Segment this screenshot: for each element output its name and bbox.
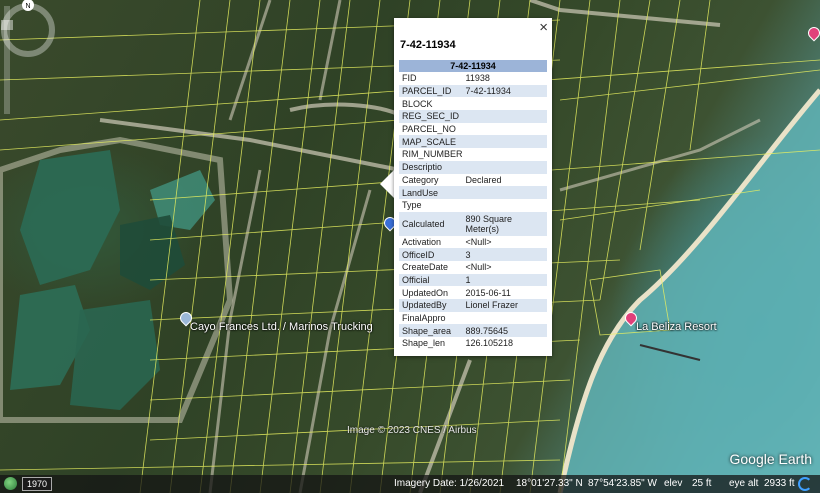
imagery-credit: Image © 2023 CNES / Airbus	[347, 425, 477, 436]
attribute-value	[462, 135, 547, 149]
attribute-key: MAP_SCALE	[399, 135, 463, 149]
popup-pointer	[380, 170, 394, 198]
loading-icon	[798, 477, 812, 491]
close-icon[interactable]: ×	[539, 20, 548, 36]
attribute-value	[463, 123, 547, 136]
attribute-value	[463, 97, 547, 110]
attribute-row: RIM_NUMBER	[399, 148, 547, 161]
popup-title: 7-42-11934	[400, 39, 456, 51]
attribute-value	[463, 312, 547, 325]
attribute-value: 889.75645	[462, 324, 547, 338]
attribute-value: <Null>	[465, 262, 492, 273]
attribute-row: UpdatedOn 2015-06-11	[399, 286, 547, 299]
attribute-key: Descriptio	[399, 160, 463, 174]
attribute-value: Lionel Frazer	[462, 299, 547, 312]
latitude-readout: 18°01'27.33" N	[516, 478, 583, 489]
historical-imagery-year[interactable]: 1970	[22, 477, 53, 491]
attribute-value: 1	[462, 273, 547, 287]
attribute-row: PARCEL_ID 7-42-11934	[399, 84, 547, 98]
attribute-table: 7-42-11934 FID 11938 PARCEL_ID 7-42-11934 BL…	[399, 60, 547, 350]
attribute-key: FinalAppro	[402, 313, 446, 324]
attribute-row: Type	[399, 199, 547, 212]
attribute-key: CreateDate	[402, 262, 449, 273]
attribute-row: Calculated 890 Square Meter(s)	[399, 211, 547, 236]
attribute-key: Shape_area	[399, 324, 463, 338]
attribute-key: Type	[402, 200, 422, 211]
attribute-value: 7-42-11934	[462, 84, 547, 98]
attribute-value: 890 Square Meter(s)	[462, 211, 547, 236]
attribute-value	[463, 148, 547, 161]
attribute-table-header: 7-42-11934	[399, 60, 547, 72]
attribute-key: Category	[402, 174, 439, 185]
attribute-value: 3	[462, 248, 547, 261]
attribute-key: Activation	[402, 236, 442, 247]
attribute-row: Activation <Null>	[399, 236, 547, 249]
attribute-row: FID 11938	[399, 72, 547, 85]
eye-alt-value: 2933 ft	[764, 478, 795, 489]
attribute-key: BLOCK	[402, 98, 433, 109]
attribute-value: <Null>	[465, 236, 492, 247]
compass-north-label: N	[25, 3, 30, 10]
attribute-row: Shape_area 889.75645	[399, 324, 547, 338]
attribute-row: CreateDate <Null>	[399, 261, 547, 274]
attribute-value: 11938	[465, 73, 490, 84]
eye-alt-label: eye alt	[729, 478, 759, 489]
place-label-la-beliza-resort[interactable]: La Beliza Resort	[636, 321, 717, 333]
attribute-row: UpdatedBy Lionel Frazer	[399, 299, 547, 312]
attribute-row: LandUse	[399, 186, 547, 199]
attribute-key: REG_SEC_ID	[399, 110, 463, 123]
attribute-value	[462, 186, 547, 199]
attribute-key: Official	[399, 273, 463, 287]
globe-icon[interactable]	[4, 477, 17, 490]
attribute-row: REG_SEC_ID	[399, 110, 547, 123]
attribute-row: Descriptio	[399, 160, 547, 174]
longitude-readout: 87°54'23.85" W	[588, 478, 657, 489]
attribute-value: 126.105218	[465, 338, 514, 349]
elev-value: 25 ft	[692, 478, 712, 489]
attribute-row: Category Declared	[399, 174, 547, 187]
attribute-key: LandUse	[399, 186, 463, 199]
attribute-key: OfficeID	[399, 248, 463, 261]
attribute-row: MAP_SCALE	[399, 135, 547, 149]
status-bar: 1970 Imagery Date: 1/26/2021 18°01'27.33…	[0, 475, 820, 493]
attribute-key: Calculated	[399, 211, 463, 236]
attribute-row: FinalAppro	[399, 312, 547, 325]
attribute-value: 2015-06-11	[465, 287, 511, 298]
attribute-key: UpdatedOn	[402, 287, 449, 298]
imagery-date: Imagery Date: 1/26/2021	[394, 478, 505, 489]
attribute-key: FID	[402, 73, 417, 84]
attribute-row: OfficeID 3	[399, 248, 547, 261]
attribute-row: PARCEL_NO	[399, 123, 547, 136]
attribute-key: RIM_NUMBER	[402, 149, 463, 160]
attribute-row: Official 1	[399, 273, 547, 287]
zoom-slider[interactable]	[0, 0, 14, 120]
place-label-cayo-frances[interactable]: Cayo Frances Ltd. / Marinos Trucking	[190, 321, 373, 333]
attribute-key: PARCEL_NO	[402, 124, 456, 135]
attribute-key: PARCEL_ID	[399, 84, 463, 98]
attribute-row: BLOCK	[399, 97, 547, 110]
elev-label: elev	[664, 478, 683, 489]
google-earth-logo: Google Earth	[729, 451, 813, 467]
attribute-value: Declared	[465, 174, 502, 185]
parcel-info-popup: × 7-42-11934 7-42-11934 FID 11938 PARCEL_I…	[394, 18, 552, 356]
attribute-row: Shape_len 126.105218	[399, 337, 547, 350]
attribute-key: UpdatedBy	[399, 299, 463, 312]
attribute-value	[462, 110, 547, 123]
attribute-value	[462, 160, 547, 174]
attribute-value	[463, 199, 547, 212]
attribute-key: Shape_len	[402, 338, 446, 349]
